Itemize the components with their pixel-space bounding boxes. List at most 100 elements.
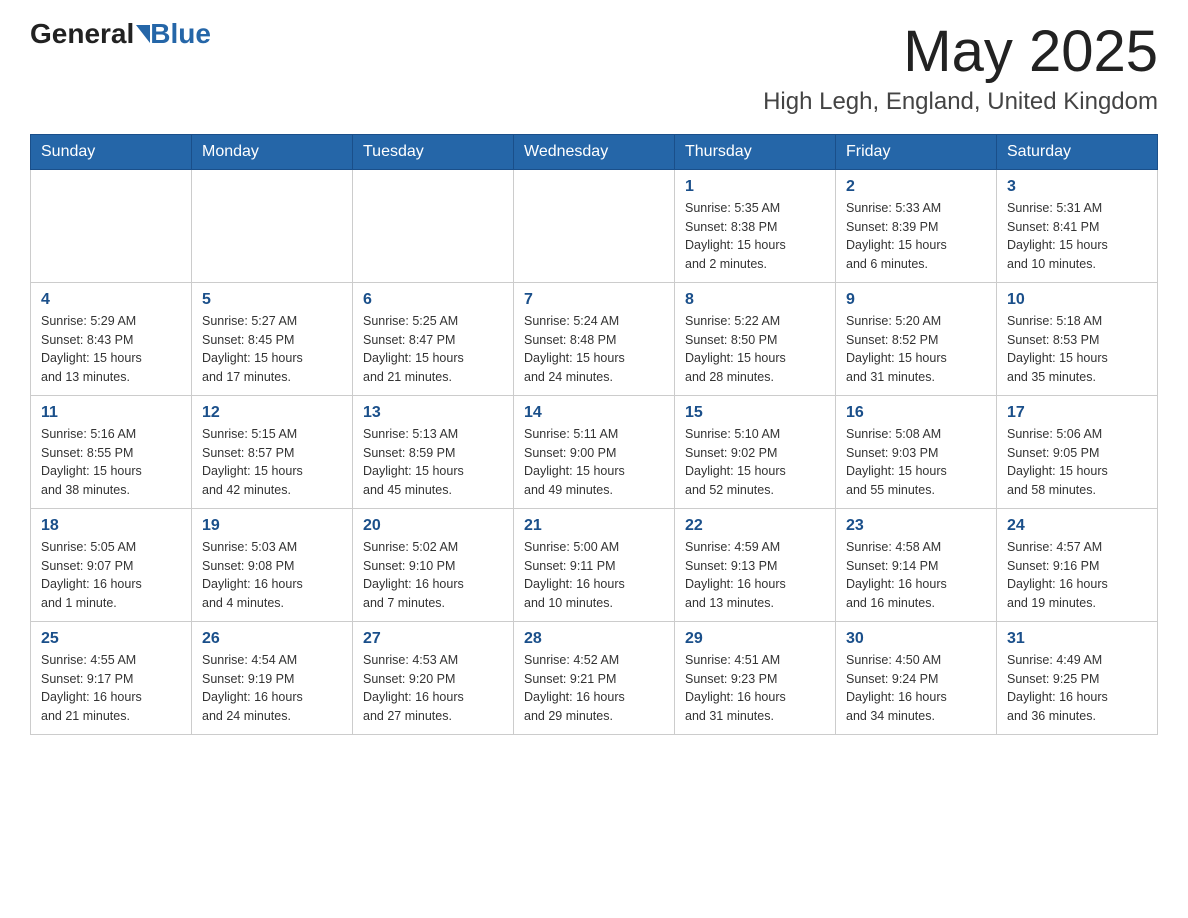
day-number: 16	[846, 404, 986, 422]
day-number: 17	[1007, 404, 1147, 422]
calendar-cell: 19 Sunrise: 5:03 AM Sunset: 9:08 PM Dayli…	[192, 508, 353, 621]
day-number: 5	[202, 291, 342, 309]
day-number: 11	[41, 404, 181, 422]
calendar-cell: 5 Sunrise: 5:27 AM Sunset: 8:45 PM Daylig…	[192, 282, 353, 395]
calendar-cell: 12Sunrise: 5:15 AM Sunset: 8:57 PM Dayli…	[192, 395, 353, 508]
day-number: 1	[685, 178, 825, 196]
page-header: General Blue May 2025 High Legh, England…	[30, 20, 1158, 116]
calendar-cell	[192, 169, 353, 282]
logo: General Blue	[30, 20, 211, 48]
day-info: Sunrise: 4:51 AM Sunset: 9:23 PM Dayligh…	[685, 651, 825, 726]
day-number: 3	[1007, 178, 1147, 196]
calendar-header-friday: Friday	[836, 134, 997, 169]
day-number: 28	[524, 630, 664, 648]
day-info: Sunrise: 5:05 AM Sunset: 9:07 PM Dayligh…	[41, 538, 181, 613]
day-info: Sunrise: 5:20 AM Sunset: 8:52 PM Dayligh…	[846, 312, 986, 387]
location-title: High Legh, England, United Kingdom	[763, 88, 1158, 116]
calendar-cell: 28 Sunrise: 4:52 AM Sunset: 9:21 PM Dayli…	[514, 621, 675, 734]
day-info: Sunrise: 5:10 AM Sunset: 9:02 PM Dayligh…	[685, 425, 825, 500]
calendar-week-row: 1 Sunrise: 5:35 AM Sunset: 8:38 PM Daylig…	[31, 169, 1158, 282]
day-info: Sunrise: 4:54 AM Sunset: 9:19 PM Dayligh…	[202, 651, 342, 726]
day-number: 26	[202, 630, 342, 648]
day-number: 4	[41, 291, 181, 309]
day-number: 21	[524, 517, 664, 535]
calendar-cell: 25 Sunrise: 4:55 AM Sunset: 9:17 PM Dayli…	[31, 621, 192, 734]
title-area: May 2025 High Legh, England, United King…	[763, 20, 1158, 116]
day-info: Sunrise: 5:31 AM Sunset: 8:41 PM Dayligh…	[1007, 199, 1147, 274]
calendar-week-row: 11 Sunrise: 5:16 AM Sunset: 8:55 PM Dayli…	[31, 395, 1158, 508]
day-info: Sunrise: 5:00 AM Sunset: 9:11 PM Dayligh…	[524, 538, 664, 613]
day-number: 13	[363, 404, 503, 422]
day-number: 15	[685, 404, 825, 422]
calendar-cell: 22Sunrise: 4:59 AM Sunset: 9:13 PM Dayli…	[675, 508, 836, 621]
calendar-cell: 10 Sunrise: 5:18 AM Sunset: 8:53 PM Dayli…	[997, 282, 1158, 395]
day-info: Sunrise: 4:55 AM Sunset: 9:17 PM Dayligh…	[41, 651, 181, 726]
day-info: Sunrise: 4:49 AM Sunset: 9:25 PM Dayligh…	[1007, 651, 1147, 726]
day-info: Sunrise: 5:13 AM Sunset: 8:59 PM Dayligh…	[363, 425, 503, 500]
calendar-cell: 20 Sunrise: 5:02 AM Sunset: 9:10 PM Dayli…	[353, 508, 514, 621]
calendar-header-sunday: Sunday	[31, 134, 192, 169]
calendar-header-monday: Monday	[192, 134, 353, 169]
calendar-header-tuesday: Tuesday	[353, 134, 514, 169]
day-info: Sunrise: 5:11 AM Sunset: 9:00 PM Dayligh…	[524, 425, 664, 500]
day-info: Sunrise: 4:52 AM Sunset: 9:21 PM Dayligh…	[524, 651, 664, 726]
day-number: 30	[846, 630, 986, 648]
logo-triangle-icon	[136, 25, 150, 43]
day-number: 31	[1007, 630, 1147, 648]
calendar-header-thursday: Thursday	[675, 134, 836, 169]
day-number: 9	[846, 291, 986, 309]
calendar-cell: 14Sunrise: 5:11 AM Sunset: 9:00 PM Dayli…	[514, 395, 675, 508]
calendar-cell: 30Sunrise: 4:50 AM Sunset: 9:24 PM Dayli…	[836, 621, 997, 734]
day-info: Sunrise: 5:03 AM Sunset: 9:08 PM Dayligh…	[202, 538, 342, 613]
day-info: Sunrise: 5:24 AM Sunset: 8:48 PM Dayligh…	[524, 312, 664, 387]
calendar-week-row: 18Sunrise: 5:05 AM Sunset: 9:07 PM Dayli…	[31, 508, 1158, 621]
day-info: Sunrise: 4:58 AM Sunset: 9:14 PM Dayligh…	[846, 538, 986, 613]
day-info: Sunrise: 5:22 AM Sunset: 8:50 PM Dayligh…	[685, 312, 825, 387]
day-info: Sunrise: 5:16 AM Sunset: 8:55 PM Dayligh…	[41, 425, 181, 500]
calendar-cell: 13 Sunrise: 5:13 AM Sunset: 8:59 PM Dayli…	[353, 395, 514, 508]
day-info: Sunrise: 5:02 AM Sunset: 9:10 PM Dayligh…	[363, 538, 503, 613]
day-number: 12	[202, 404, 342, 422]
calendar-cell: 11 Sunrise: 5:16 AM Sunset: 8:55 PM Dayli…	[31, 395, 192, 508]
calendar-cell	[514, 169, 675, 282]
day-info: Sunrise: 4:57 AM Sunset: 9:16 PM Dayligh…	[1007, 538, 1147, 613]
day-info: Sunrise: 5:06 AM Sunset: 9:05 PM Dayligh…	[1007, 425, 1147, 500]
calendar-header-row: SundayMondayTuesdayWednesdayThursdayFrid…	[31, 134, 1158, 169]
day-info: Sunrise: 5:18 AM Sunset: 8:53 PM Dayligh…	[1007, 312, 1147, 387]
calendar-cell: 16 Sunrise: 5:08 AM Sunset: 9:03 PM Dayli…	[836, 395, 997, 508]
day-number: 23	[846, 517, 986, 535]
day-number: 19	[202, 517, 342, 535]
logo-general-text: General	[30, 20, 134, 48]
day-number: 29	[685, 630, 825, 648]
calendar-cell: 7 Sunrise: 5:24 AM Sunset: 8:48 PM Daylig…	[514, 282, 675, 395]
calendar-cell: 8 Sunrise: 5:22 AM Sunset: 8:50 PM Daylig…	[675, 282, 836, 395]
day-info: Sunrise: 5:27 AM Sunset: 8:45 PM Dayligh…	[202, 312, 342, 387]
day-info: Sunrise: 5:25 AM Sunset: 8:47 PM Dayligh…	[363, 312, 503, 387]
calendar-cell: 6 Sunrise: 5:25 AM Sunset: 8:47 PM Daylig…	[353, 282, 514, 395]
day-info: Sunrise: 5:08 AM Sunset: 9:03 PM Dayligh…	[846, 425, 986, 500]
calendar-cell: 27 Sunrise: 4:53 AM Sunset: 9:20 PM Dayli…	[353, 621, 514, 734]
calendar-cell: 3 Sunrise: 5:31 AM Sunset: 8:41 PM Daylig…	[997, 169, 1158, 282]
day-number: 10	[1007, 291, 1147, 309]
calendar-cell: 15 Sunrise: 5:10 AM Sunset: 9:02 PM Dayli…	[675, 395, 836, 508]
calendar-cell: 1 Sunrise: 5:35 AM Sunset: 8:38 PM Daylig…	[675, 169, 836, 282]
calendar-cell: 26 Sunrise: 4:54 AM Sunset: 9:19 PM Dayli…	[192, 621, 353, 734]
day-number: 24	[1007, 517, 1147, 535]
calendar-cell: 21 Sunrise: 5:00 AM Sunset: 9:11 PM Dayli…	[514, 508, 675, 621]
day-number: 2	[846, 178, 986, 196]
day-number: 8	[685, 291, 825, 309]
day-info: Sunrise: 5:35 AM Sunset: 8:38 PM Dayligh…	[685, 199, 825, 274]
calendar-cell	[31, 169, 192, 282]
day-number: 7	[524, 291, 664, 309]
month-title: May 2025	[763, 20, 1158, 84]
day-number: 6	[363, 291, 503, 309]
day-number: 25	[41, 630, 181, 648]
calendar-week-row: 4Sunrise: 5:29 AM Sunset: 8:43 PM Daylig…	[31, 282, 1158, 395]
day-number: 20	[363, 517, 503, 535]
day-info: Sunrise: 4:53 AM Sunset: 9:20 PM Dayligh…	[363, 651, 503, 726]
calendar-cell: 2Sunrise: 5:33 AM Sunset: 8:39 PM Daylig…	[836, 169, 997, 282]
calendar-cell: 29 Sunrise: 4:51 AM Sunset: 9:23 PM Dayli…	[675, 621, 836, 734]
calendar-cell: 9 Sunrise: 5:20 AM Sunset: 8:52 PM Daylig…	[836, 282, 997, 395]
day-info: Sunrise: 4:59 AM Sunset: 9:13 PM Dayligh…	[685, 538, 825, 613]
day-number: 27	[363, 630, 503, 648]
